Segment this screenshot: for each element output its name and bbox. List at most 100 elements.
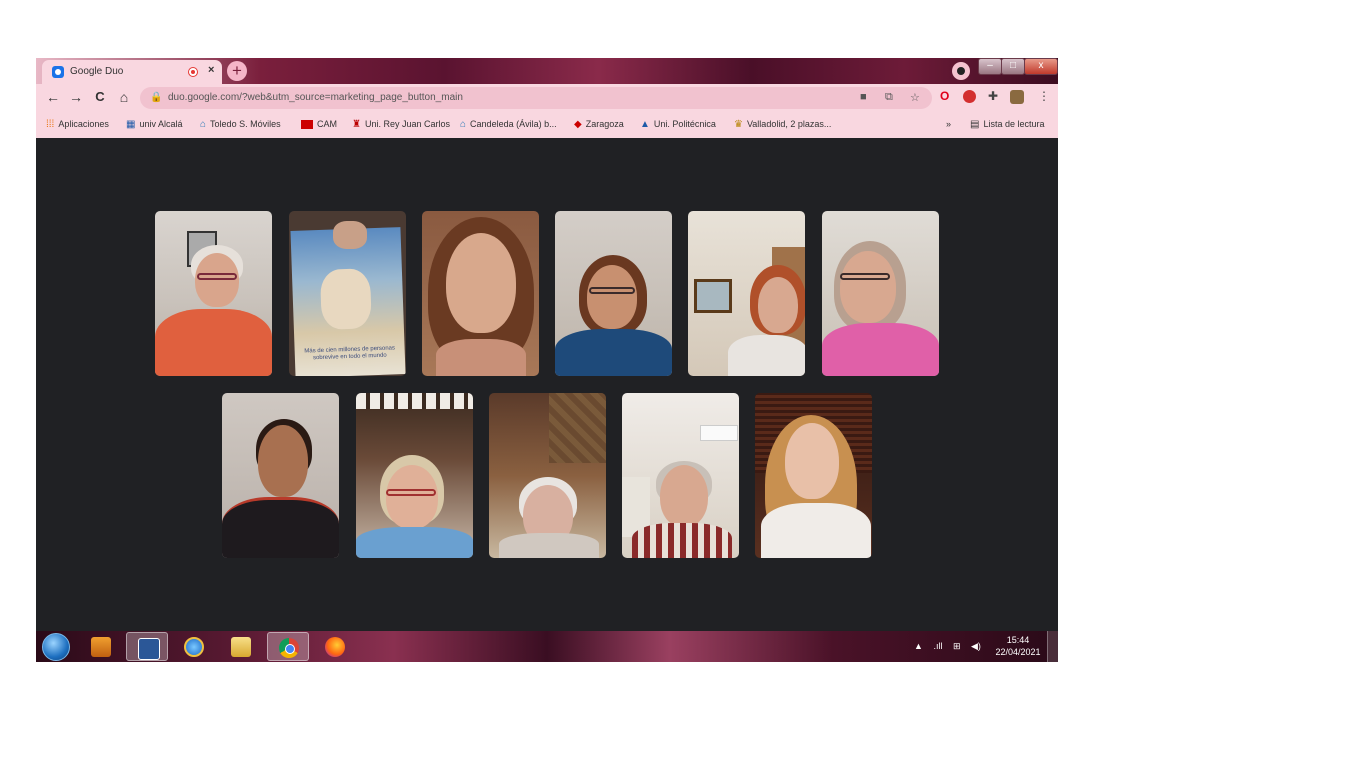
bookmark-star-icon[interactable]: ☆ <box>910 91 920 104</box>
bookmark-item[interactable]: CAM <box>301 119 337 130</box>
address-bar[interactable]: 🔒 duo.google.com/?web&utm_source=marketi… <box>140 87 932 109</box>
system-tray: ▲ .ıll ⊞ ◀) <box>914 641 981 652</box>
participant-video-tile[interactable] <box>489 393 606 558</box>
window-close-button[interactable]: x <box>1024 58 1058 75</box>
install-app-icon[interactable]: ⧉ <box>885 91 893 104</box>
participant-video-tile[interactable] <box>155 211 272 376</box>
chrome-menu-icon[interactable]: ⋮ <box>1038 89 1050 103</box>
chrome-icon <box>279 638 299 658</box>
reading-list-button[interactable]: ▤ Lista de lectura <box>970 119 1045 130</box>
new-tab-button[interactable]: + <box>227 61 247 81</box>
participant-body <box>222 497 339 558</box>
volume-icon[interactable]: ◀) <box>971 641 981 651</box>
bookmark-item[interactable]: ♛ Valladolid, 2 plazas... <box>734 119 831 130</box>
bookmarks-overflow-button[interactable]: » <box>946 119 951 129</box>
recording-indicator-icon <box>188 67 198 77</box>
bookmark-item[interactable]: ▲ Uni. Politécnica <box>640 119 716 130</box>
reload-button[interactable]: C <box>91 89 109 104</box>
participant-face <box>587 265 637 329</box>
tab-google-duo[interactable]: Google Duo × <box>42 60 222 84</box>
tab-title: Google Duo <box>70 66 124 77</box>
extensions-puzzle-icon[interactable]: ✚ <box>988 89 998 103</box>
participant-body <box>728 335 805 376</box>
participant-glasses <box>197 273 237 280</box>
taskbar-clock[interactable]: 15:44 22/04/2021 <box>988 634 1048 658</box>
participant-body <box>356 527 473 558</box>
desktop-screen: Google Duo × + – □ x ← → C ⌂ 🔒 duo.googl… <box>36 58 1058 662</box>
building-icon: ▦ <box>126 119 136 130</box>
browser-tab-strip: Google Duo × + – □ x <box>36 58 1058 84</box>
media-player-icon <box>91 637 111 657</box>
participant-face <box>840 251 896 323</box>
participant-face <box>258 425 308 497</box>
tower-icon: ♜ <box>352 119 361 130</box>
participant-glasses <box>840 273 890 280</box>
participant-body <box>555 329 672 376</box>
taskbar-media-player[interactable] <box>80 632 122 661</box>
profile-icon[interactable] <box>952 62 970 80</box>
user-avatar[interactable] <box>1010 90 1024 104</box>
tray-expand-arrow-icon[interactable]: ▲ <box>914 641 923 651</box>
participant-glasses <box>589 287 635 294</box>
building-icon: ⌂ <box>200 119 207 130</box>
reading-list-icon: ▤ <box>970 119 980 130</box>
show-desktop-button[interactable] <box>1047 631 1058 662</box>
participant-face <box>446 233 516 333</box>
participant-body <box>761 503 871 558</box>
bookmark-item[interactable]: ♜ Uni. Rey Juan Carlos <box>352 119 450 130</box>
bookmark-item[interactable]: ⌂ Candeleda (Ávila) b... <box>460 119 557 130</box>
participant-video-tile[interactable] <box>755 393 872 558</box>
bookmarks-bar: ⁞⁞⁞ Aplicaciones ▦ univ Alcalá ⌂ Toledo S. … <box>36 112 1058 138</box>
bookmark-item[interactable]: ⌂ Toledo S. Móviles <box>200 119 281 130</box>
camera-icon[interactable]: ■ <box>860 91 867 103</box>
participant-face <box>785 423 839 499</box>
taskbar-internet-explorer[interactable] <box>173 632 215 661</box>
duo-favicon-icon <box>52 66 64 78</box>
forward-button[interactable]: → <box>67 89 85 105</box>
wall-picture <box>694 279 732 313</box>
building-icon: ⌂ <box>460 119 467 130</box>
taskbar-chrome[interactable] <box>267 632 309 661</box>
folder-icon <box>231 637 251 657</box>
bookmark-item[interactable]: ⁞⁞⁞ Aplicaciones <box>46 119 109 130</box>
duo-call-grid: Más de cien millones de personas sobrevi… <box>36 138 1058 631</box>
browser-toolbar: ← → C ⌂ 🔒 duo.google.com/?web&utm_source… <box>36 84 1058 112</box>
participant-video-tile[interactable] <box>555 211 672 376</box>
participant-glasses <box>386 489 436 496</box>
window-minimize-button[interactable]: – <box>978 58 1002 75</box>
window-maximize-button[interactable]: □ <box>1001 58 1025 75</box>
back-button[interactable]: ← <box>44 89 62 105</box>
participant-video-tile[interactable] <box>822 211 939 376</box>
participant-body <box>632 523 732 558</box>
participant-video-tile[interactable] <box>622 393 739 558</box>
bookmark-item[interactable]: ▦ univ Alcalá <box>126 119 182 130</box>
windows-taskbar: ▲ .ıll ⊞ ◀) 15:44 22/04/2021 <box>36 631 1058 662</box>
lock-icon: 🔒 <box>150 92 163 103</box>
participant-body <box>822 323 939 376</box>
bookmark-item[interactable]: ◆ Zaragoza <box>574 119 624 130</box>
opera-extension-icon[interactable]: O <box>940 89 949 103</box>
participant-video-tile[interactable] <box>356 393 473 558</box>
adblock-extension-icon[interactable] <box>963 90 976 103</box>
participant-video-tile[interactable] <box>688 211 805 376</box>
tab-close-button[interactable]: × <box>208 64 214 76</box>
clock-time: 15:44 <box>1006 635 1030 645</box>
participant-video-tile[interactable] <box>222 393 339 558</box>
url-text[interactable]: duo.google.com/?web&utm_source=marketing… <box>168 92 463 103</box>
home-button[interactable]: ⌂ <box>115 89 133 105</box>
air-conditioner <box>700 425 738 441</box>
participant-video-tile[interactable] <box>422 211 539 376</box>
clock-date: 22/04/2021 <box>995 647 1041 657</box>
taskbar-word[interactable] <box>126 632 168 661</box>
start-button[interactable] <box>42 633 70 661</box>
participant-video-tile[interactable]: Más de cien millones de personas sobrevi… <box>289 211 406 376</box>
network-icon[interactable]: ⊞ <box>953 641 961 651</box>
ceiling-beams <box>356 393 473 409</box>
participant-body <box>499 533 599 558</box>
participant-hand <box>333 221 367 249</box>
signal-icon[interactable]: .ıll <box>933 641 942 651</box>
shield-icon: ◆ <box>574 119 582 130</box>
cam-flag-icon <box>301 120 313 130</box>
taskbar-firefox[interactable] <box>314 632 356 661</box>
taskbar-file-explorer[interactable] <box>220 632 262 661</box>
